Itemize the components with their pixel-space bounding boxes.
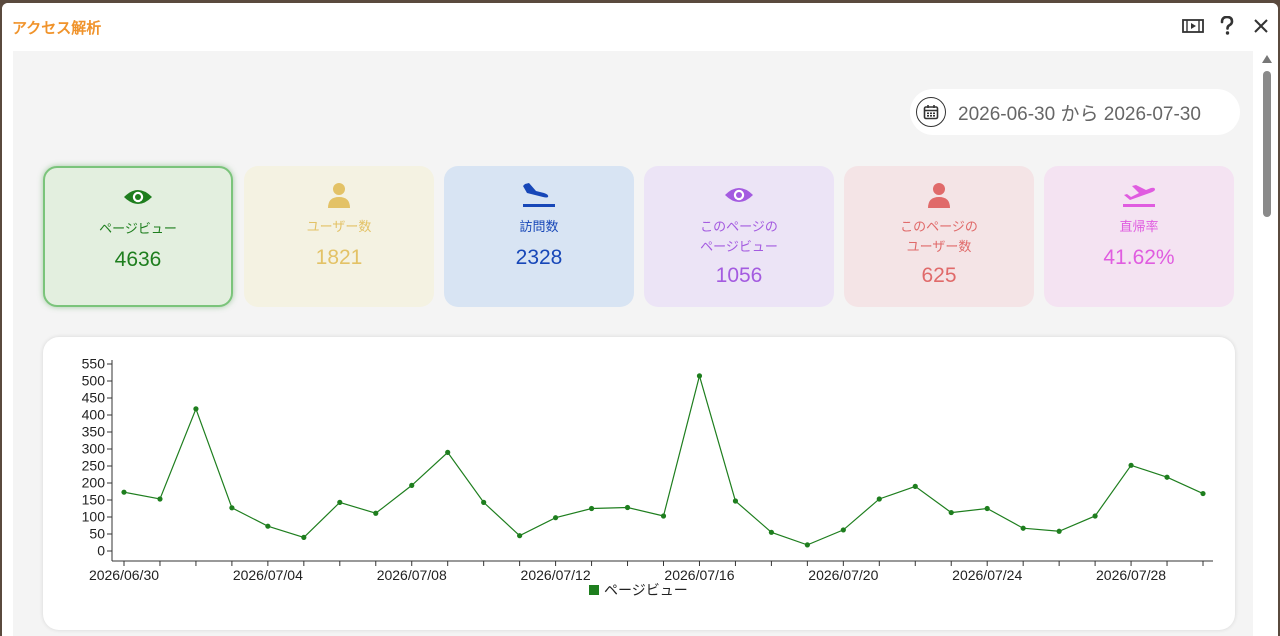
data-point	[157, 496, 163, 502]
data-point	[768, 529, 775, 535]
card-label-line: このページの	[900, 220, 978, 235]
y-tick-label: 0	[97, 543, 105, 559]
calendar-icon[interactable]	[916, 97, 946, 127]
y-tick-label: 300	[82, 441, 106, 457]
data-point	[1164, 474, 1170, 480]
date-range-picker[interactable]: 2026-06-30 から 2026-07-30	[910, 89, 1240, 135]
x-tick-label: 2026/07/20	[808, 567, 878, 583]
y-tick-label: 100	[82, 509, 106, 525]
pageview-chart: 0 50 100 150 200 250 300 350 400 450 500 550 2026/06…	[43, 337, 1235, 630]
x-tick-label: 2026/07/08	[377, 567, 447, 583]
y-tick-label: 400	[82, 407, 106, 423]
card-page-pageviews[interactable]: このページの ページビュー 1056	[644, 166, 834, 307]
user-icon	[926, 182, 952, 208]
data-point	[1056, 528, 1062, 534]
eye-icon	[724, 182, 754, 208]
data-point	[624, 504, 631, 511]
date-range-text: 2026-06-30 から 2026-07-30	[958, 103, 1201, 125]
title-bar: アクセス解析	[2, 3, 1278, 51]
data-point	[373, 510, 379, 516]
y-tick-label: 50	[89, 526, 105, 542]
card-pageviews[interactable]: ページビュー 4636	[43, 166, 233, 307]
data-point	[445, 449, 451, 455]
data-point	[193, 406, 199, 412]
card-page-users[interactable]: このページの ユーザー数 625	[844, 166, 1034, 307]
card-label: このページの ユーザー数	[900, 218, 978, 258]
legend-swatch	[589, 585, 599, 595]
card-label-line: このページの	[700, 220, 778, 235]
data-point	[481, 499, 487, 505]
data-point	[1128, 462, 1134, 468]
data-point	[1092, 513, 1098, 519]
user-icon	[326, 182, 352, 208]
help-icon[interactable]	[1216, 15, 1238, 37]
legend-label: ページビュー	[604, 582, 688, 598]
card-value: 1056	[715, 264, 763, 287]
series-line	[123, 373, 1204, 546]
x-tick-label: 2026/07/16	[664, 567, 734, 583]
card-users[interactable]: ユーザー数 1821	[244, 166, 434, 307]
y-tick-label: 550	[82, 356, 106, 372]
y-tick-label: 250	[82, 458, 106, 474]
scroll-up-icon[interactable]	[1262, 55, 1272, 63]
data-point	[660, 513, 667, 519]
data-point	[265, 523, 271, 529]
y-tick-label: 450	[82, 390, 106, 406]
data-point	[337, 499, 343, 505]
dialog-title: アクセス解析	[12, 19, 102, 37]
x-tick-label: 2026/07/04	[233, 567, 303, 583]
card-label: ユーザー数	[306, 220, 372, 235]
data-point	[804, 542, 810, 548]
access-analysis-dialog: アクセス解析 2026-06-30 から 2026-07-30 ページビュー 4…	[2, 3, 1278, 636]
data-point	[876, 496, 882, 502]
video-icon[interactable]	[1182, 15, 1204, 37]
card-visits[interactable]: 訪問数 2328	[444, 166, 634, 307]
y-tick-label: 150	[82, 492, 106, 508]
card-value: 41.62%	[1103, 246, 1175, 269]
y-tick-label: 200	[82, 475, 106, 491]
close-icon[interactable]	[1250, 15, 1272, 37]
vertical-scrollbar[interactable]	[1260, 55, 1274, 636]
card-label: 訪問数	[519, 220, 559, 235]
data-point	[553, 515, 559, 521]
x-tick-label: 2026/07/12	[521, 567, 591, 583]
card-label-line: ユーザー数	[906, 240, 972, 255]
data-point	[984, 505, 990, 512]
data-point	[229, 505, 235, 511]
plane-landing-icon	[522, 182, 556, 208]
data-point	[517, 533, 523, 539]
data-point	[301, 534, 307, 540]
data-point	[1020, 525, 1026, 531]
card-value: 625	[921, 264, 957, 287]
data-point	[1200, 490, 1206, 497]
card-value: 1821	[315, 246, 363, 269]
card-label-line: ページビュー	[700, 240, 778, 255]
data-point	[696, 373, 703, 379]
plane-takeoff-icon	[1122, 182, 1156, 208]
data-point	[948, 509, 954, 516]
card-bounce-rate[interactable]: 直帰率 41.62%	[1044, 166, 1234, 307]
data-point	[840, 527, 846, 533]
card-value: 2328	[515, 246, 563, 269]
data-point	[732, 498, 739, 504]
x-tick-label: 2026/06/30	[89, 567, 159, 583]
y-tick-label: 500	[82, 373, 106, 389]
data-point	[912, 483, 918, 489]
eye-icon	[123, 184, 153, 210]
x-tick-label: 2026/07/24	[952, 567, 1022, 583]
data-point	[409, 482, 415, 488]
card-label: ページビュー	[99, 222, 177, 237]
scroll-thumb[interactable]	[1263, 71, 1271, 217]
data-point	[121, 489, 127, 495]
data-point	[588, 505, 595, 512]
y-tick-label: 350	[82, 424, 106, 440]
card-value: 4636	[114, 248, 162, 271]
content-area: 2026-06-30 から 2026-07-30 ページビュー 4636 ユーザ…	[13, 51, 1253, 636]
line-chart: 050100150200250300350400450500550 2026/06…	[82, 356, 1213, 598]
card-label: このページの ページビュー	[700, 218, 778, 258]
card-label: 直帰率	[1119, 220, 1159, 235]
x-tick-label: 2026/07/28	[1096, 567, 1166, 583]
